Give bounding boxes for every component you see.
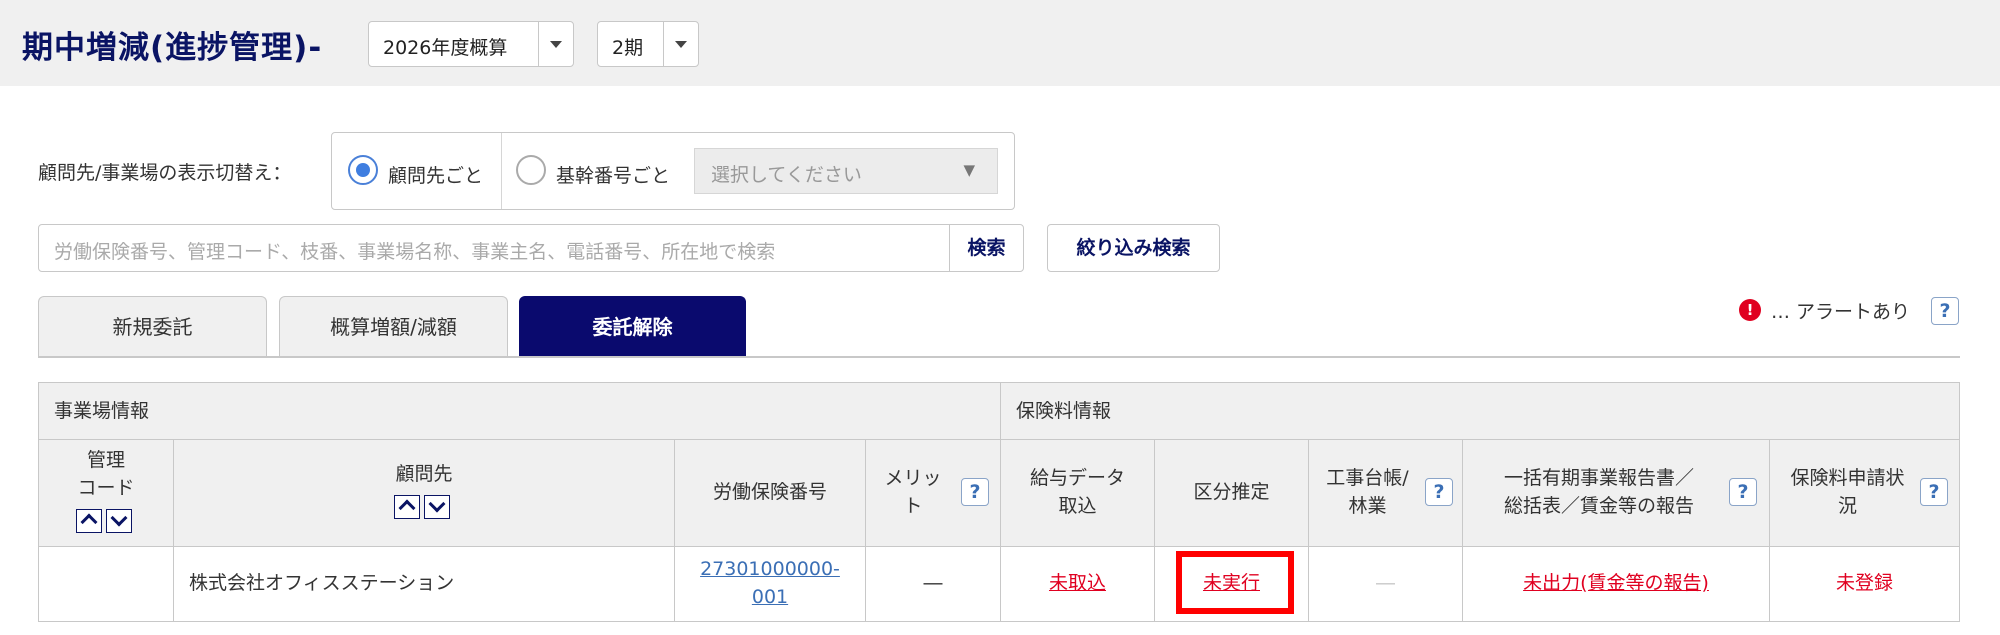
progress-table: 事業場情報 保険料情報 管理 コード 顧問先 労働保険番号 メリッ ト ? 給与… (38, 382, 1960, 622)
help-icon[interactable]: ? (1425, 478, 1453, 506)
period-select[interactable]: 2期 (597, 21, 699, 67)
radio-client-label[interactable]: 顧問先ごと (388, 161, 483, 188)
base-number-dropdown[interactable]: 選択してください ▼ (694, 148, 998, 194)
search-button[interactable]: 検索 (949, 225, 1023, 271)
sort-desc-icon[interactable] (424, 495, 450, 519)
radio-base-number-label[interactable]: 基幹番号ごと (556, 161, 670, 188)
col-merit: メリッ ト ? (866, 440, 1001, 547)
page-title: 期中増減(進捗管理)- (22, 30, 323, 66)
premium-status-cell: 未登録 (1770, 547, 1959, 621)
tab-new-consignment[interactable]: 新規委託 (38, 296, 267, 357)
radio-client[interactable] (348, 155, 378, 185)
table-row (39, 547, 174, 621)
filter-search-button[interactable]: 絞り込み検索 (1047, 224, 1220, 272)
help-icon[interactable]: ? (1931, 297, 1959, 325)
col-labor-insurance-number: 労働保険番号 (675, 440, 866, 547)
client-name: 株式会社オフィスステーション (189, 572, 455, 594)
group-header-workplace: 事業場情報 (39, 383, 1001, 440)
salary-data-link[interactable]: 未取込 (1001, 569, 1154, 597)
premium-status-text: 未登録 (1835, 572, 1893, 594)
display-toggle-label: 顧問先/事業場の表示切替え： (38, 162, 292, 184)
col-client: 顧問先 (174, 440, 675, 547)
col-classification: 区分推定 (1155, 440, 1309, 547)
period-value: 2期 (612, 37, 644, 59)
tab-underline (38, 356, 1960, 358)
highlight-box (1176, 551, 1294, 614)
tab-estimate-change[interactable]: 概算増額/減額 (279, 296, 508, 357)
sort-asc-icon[interactable] (394, 495, 420, 519)
labor-insurance-link[interactable]: 001 (675, 583, 865, 611)
salary-data-cell: 未取込 (1001, 547, 1155, 621)
col-management-code: 管理 コード (39, 440, 174, 547)
help-icon[interactable]: ? (1729, 478, 1757, 506)
lump-sum-report-link[interactable]: 未出力(賃金等の報告) (1463, 569, 1769, 597)
radio-base-number[interactable] (516, 155, 546, 185)
divider (501, 133, 502, 209)
col-construction-ledger: 工事台帳/ 林業 ? (1309, 440, 1463, 547)
alert-legend-text: … アラートあり (1771, 301, 1911, 323)
alert-icon: ! (1739, 299, 1761, 321)
fiscal-year-value: 2026年度概算 (383, 37, 508, 59)
caret-down-icon: ▼ (963, 161, 975, 179)
sort-desc-icon[interactable] (106, 509, 132, 533)
dropdown-placeholder: 選択してください (711, 164, 862, 186)
labor-insurance-link[interactable]: 27301000000- (675, 555, 865, 583)
col-salary-data: 給与データ 取込 (1001, 440, 1155, 547)
search-placeholder: 労働保険番号、管理コード、枝番、事業場名称、事業主名、電話番号、所在地で検索 (54, 241, 776, 263)
col-lump-sum-report: 一括有期事業報告書／ 総括表／賃金等の報告 ? (1463, 440, 1770, 547)
chevron-down-icon[interactable] (538, 22, 573, 66)
help-icon[interactable]: ? (961, 478, 989, 506)
sort-asc-icon[interactable] (76, 509, 102, 533)
lump-sum-report-cell: 未出力(賃金等の報告) (1463, 547, 1770, 621)
client-cell: 株式会社オフィスステーション (174, 547, 675, 621)
construction-ledger-cell: ― (1309, 547, 1463, 621)
search-input[interactable]: 労働保険番号、管理コード、枝番、事業場名称、事業主名、電話番号、所在地で検索 検… (38, 224, 1024, 272)
tab-cancel-consignment[interactable]: 委託解除 (519, 296, 746, 357)
fiscal-year-select[interactable]: 2026年度概算 (368, 21, 574, 67)
labor-insurance-cell: 27301000000- 001 (675, 547, 866, 621)
chevron-down-icon[interactable] (663, 22, 698, 66)
merit-cell: ― (866, 547, 1001, 621)
help-icon[interactable]: ? (1920, 478, 1948, 506)
group-header-premium: 保険料情報 (1001, 383, 1959, 440)
col-premium-status: 保険料申請状 況 ? (1770, 440, 1959, 547)
